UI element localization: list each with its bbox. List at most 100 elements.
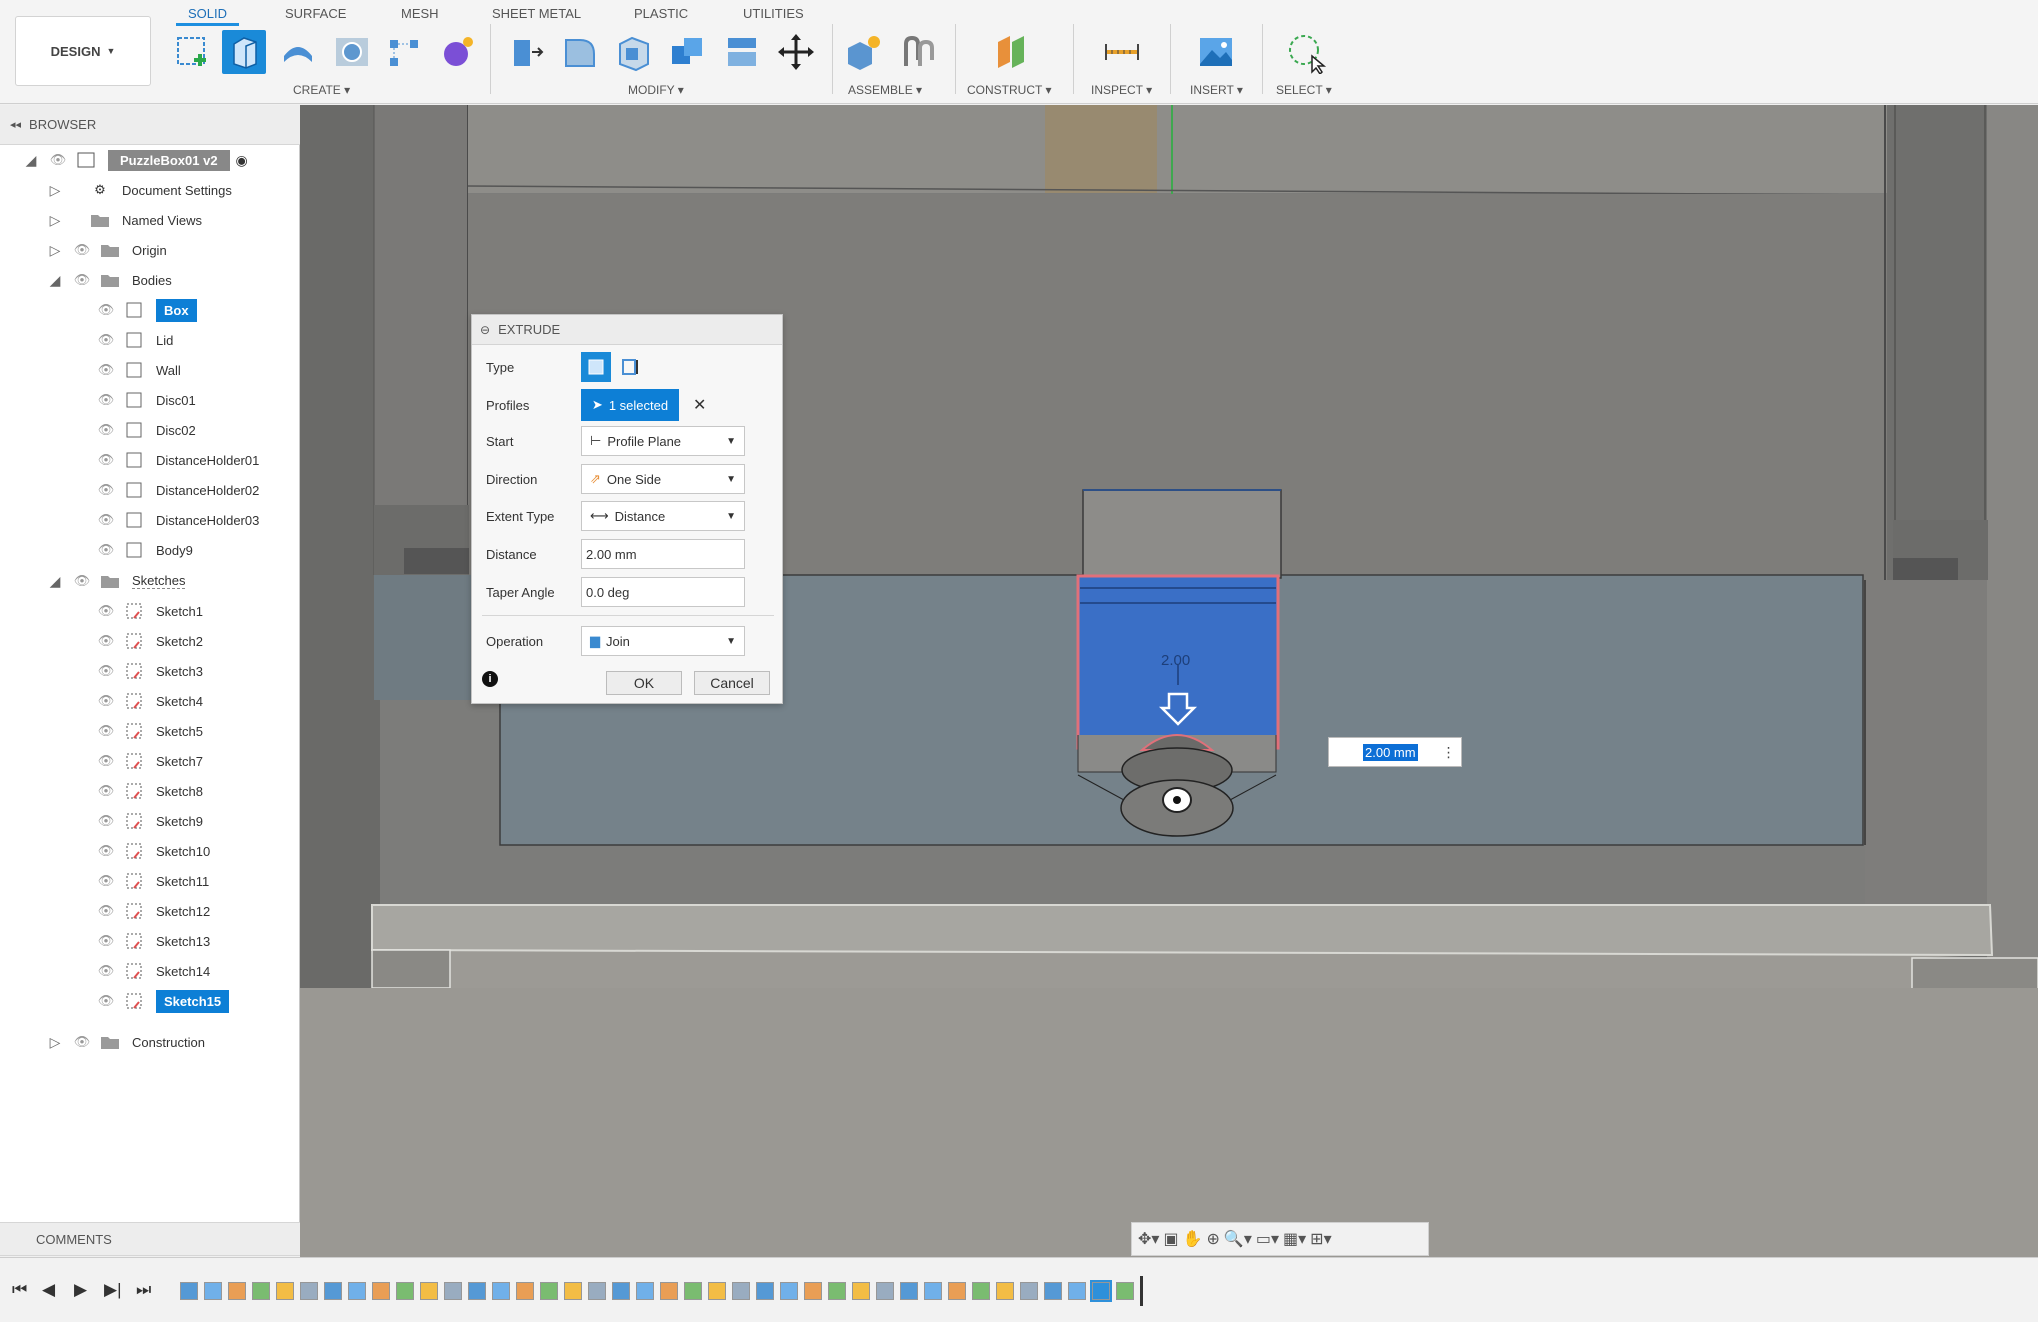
body-item[interactable]: 👁 DistanceHolder01 <box>96 447 259 473</box>
timeline-feature-icon[interactable] <box>948 1282 966 1300</box>
visibility-eye-icon[interactable]: 👁 <box>72 242 92 258</box>
joint-icon[interactable] <box>896 30 940 74</box>
visibility-eye-icon[interactable]: 👁 <box>96 903 116 919</box>
tree-document-settings[interactable]: ▷ ⚙ Document Settings <box>48 177 232 203</box>
timeline-feature-icon[interactable] <box>444 1282 462 1300</box>
timeline-feature-icon[interactable] <box>324 1282 342 1300</box>
timeline-feature-icon[interactable] <box>540 1282 558 1300</box>
visibility-eye-icon[interactable]: 👁 <box>96 693 116 709</box>
body-item[interactable]: 👁 Body9 <box>96 537 193 563</box>
visibility-eye-icon[interactable]: 👁 <box>96 603 116 619</box>
timeline-feature-icon[interactable] <box>372 1282 390 1300</box>
pattern-icon[interactable] <box>382 30 426 74</box>
timeline-feature-icon[interactable] <box>1068 1282 1086 1300</box>
shell-icon[interactable] <box>612 30 656 74</box>
insert-menu[interactable]: INSERT ▾ <box>1190 83 1243 97</box>
sketch-item[interactable]: 👁 Sketch4 <box>96 688 203 714</box>
timeline-feature-icon[interactable] <box>1044 1282 1062 1300</box>
new-component-icon[interactable] <box>842 30 886 74</box>
assemble-menu[interactable]: ASSEMBLE ▾ <box>848 83 922 97</box>
timeline-feature-icon[interactable] <box>492 1282 510 1300</box>
sketch-item[interactable]: 👁 Sketch14 <box>96 958 210 984</box>
timeline-feature-icon[interactable] <box>636 1282 654 1300</box>
distance-input[interactable] <box>581 539 745 569</box>
timeline-feature-icon[interactable] <box>180 1282 198 1300</box>
timeline-feature-icon[interactable] <box>660 1282 678 1300</box>
sketch-item[interactable]: 👁 Sketch15 <box>96 988 230 1014</box>
collapse-panel-icon[interactable]: ◂◂ <box>10 118 21 131</box>
collapse-dialog-icon[interactable]: ⊖ <box>480 323 490 337</box>
measure-icon[interactable] <box>1100 30 1144 74</box>
profiles-selection-button[interactable]: ➤ 1 selected <box>581 389 679 421</box>
timeline-feature-icon[interactable] <box>708 1282 726 1300</box>
operation-select[interactable]: ▆ Join ▼ <box>581 626 745 656</box>
hole-icon[interactable] <box>330 30 374 74</box>
body-item[interactable]: 👁 Disc01 <box>96 387 196 413</box>
tree-construction[interactable]: ▷ 👁 Construction <box>48 1029 205 1055</box>
sketch-item[interactable]: 👁 Sketch9 <box>96 808 203 834</box>
visibility-eye-icon[interactable]: 👁 <box>96 993 116 1009</box>
visibility-eye-icon[interactable]: 👁 <box>96 963 116 979</box>
tree-sketches[interactable]: ◢ 👁 Sketches <box>48 568 186 594</box>
orbit-icon[interactable]: ✥▾ <box>1138 1229 1159 1249</box>
sketch-item[interactable]: 👁 Sketch5 <box>96 718 203 744</box>
combine-icon[interactable] <box>666 30 710 74</box>
sketch-item[interactable]: 👁 Sketch8 <box>96 778 203 804</box>
timeline-feature-icon[interactable] <box>924 1282 942 1300</box>
expand-triangle-icon[interactable]: ▷ <box>48 1034 62 1051</box>
timeline-feature-icon[interactable] <box>300 1282 318 1300</box>
tab-plastic[interactable]: PLASTIC <box>634 6 688 21</box>
timeline-feature-icon[interactable] <box>828 1282 846 1300</box>
visibility-eye-icon[interactable]: 👁 <box>96 542 116 558</box>
press-pull-icon[interactable] <box>504 30 548 74</box>
clear-selection-icon[interactable]: ✕ <box>693 395 706 415</box>
fillet-icon[interactable] <box>558 30 602 74</box>
body-item[interactable]: 👁 Wall <box>96 357 181 383</box>
insert-canvas-icon[interactable] <box>1194 30 1238 74</box>
ok-button[interactable]: OK <box>606 671 682 695</box>
extrude-icon[interactable] <box>222 30 266 74</box>
solid-type-icon[interactable] <box>581 352 611 382</box>
select-icon[interactable] <box>1284 30 1328 76</box>
form-icon[interactable] <box>436 30 480 74</box>
grid-settings-icon[interactable]: ▦▾ <box>1283 1229 1306 1249</box>
body-item[interactable]: 👁 DistanceHolder03 <box>96 507 259 533</box>
tab-sheet-metal[interactable]: SHEET METAL <box>492 6 581 21</box>
timeline-feature-icon[interactable] <box>852 1282 870 1300</box>
create-sketch-icon[interactable] <box>170 30 214 74</box>
taper-angle-input[interactable] <box>581 577 745 607</box>
thin-type-icon[interactable] <box>615 352 645 382</box>
visibility-eye-icon[interactable]: 👁 <box>96 332 116 348</box>
extent-type-select[interactable]: ⟷ Distance ▼ <box>581 501 745 531</box>
timeline-feature-icon[interactable] <box>732 1282 750 1300</box>
timeline-feature-icon[interactable] <box>228 1282 246 1300</box>
timeline-feature-icon[interactable] <box>756 1282 774 1300</box>
collapse-triangle-icon[interactable]: ◢ <box>48 272 62 289</box>
info-icon[interactable]: i <box>482 671 498 687</box>
timeline-feature-icon[interactable] <box>1020 1282 1038 1300</box>
sketch-item[interactable]: 👁 Sketch1 <box>96 598 203 624</box>
modify-menu[interactable]: MODIFY ▾ <box>628 83 684 97</box>
tree-bodies[interactable]: ◢ 👁 Bodies <box>48 267 172 293</box>
create-menu[interactable]: CREATE ▾ <box>293 83 350 97</box>
sketch-item[interactable]: 👁 Sketch2 <box>96 628 203 654</box>
workspace-switcher[interactable]: DESIGN ▼ <box>15 16 151 86</box>
visibility-eye-icon[interactable]: 👁 <box>96 452 116 468</box>
go-to-start-icon[interactable]: ⏮ <box>12 1280 27 1300</box>
timeline-feature-icon[interactable] <box>612 1282 630 1300</box>
timeline-feature-icon[interactable] <box>420 1282 438 1300</box>
collapse-triangle-icon[interactable]: ◢ <box>48 573 62 590</box>
inline-distance-box[interactable]: 2.00 mm ⋮ <box>1328 737 1462 767</box>
timeline-feature-icon[interactable] <box>900 1282 918 1300</box>
split-body-icon[interactable] <box>720 30 764 74</box>
body-item[interactable]: 👁 DistanceHolder02 <box>96 477 259 503</box>
timeline-feature-icon[interactable] <box>348 1282 366 1300</box>
zoom-icon[interactable]: ⊕ <box>1206 1229 1219 1249</box>
revolve-icon[interactable] <box>276 30 320 74</box>
timeline-feature-icon[interactable] <box>396 1282 414 1300</box>
timeline-feature-icon[interactable] <box>804 1282 822 1300</box>
visibility-eye-icon[interactable]: 👁 <box>72 272 92 288</box>
sketch-item[interactable]: 👁 Sketch7 <box>96 748 203 774</box>
collapse-triangle-icon[interactable]: ◢ <box>24 152 38 169</box>
visibility-eye-icon[interactable]: 👁 <box>96 392 116 408</box>
